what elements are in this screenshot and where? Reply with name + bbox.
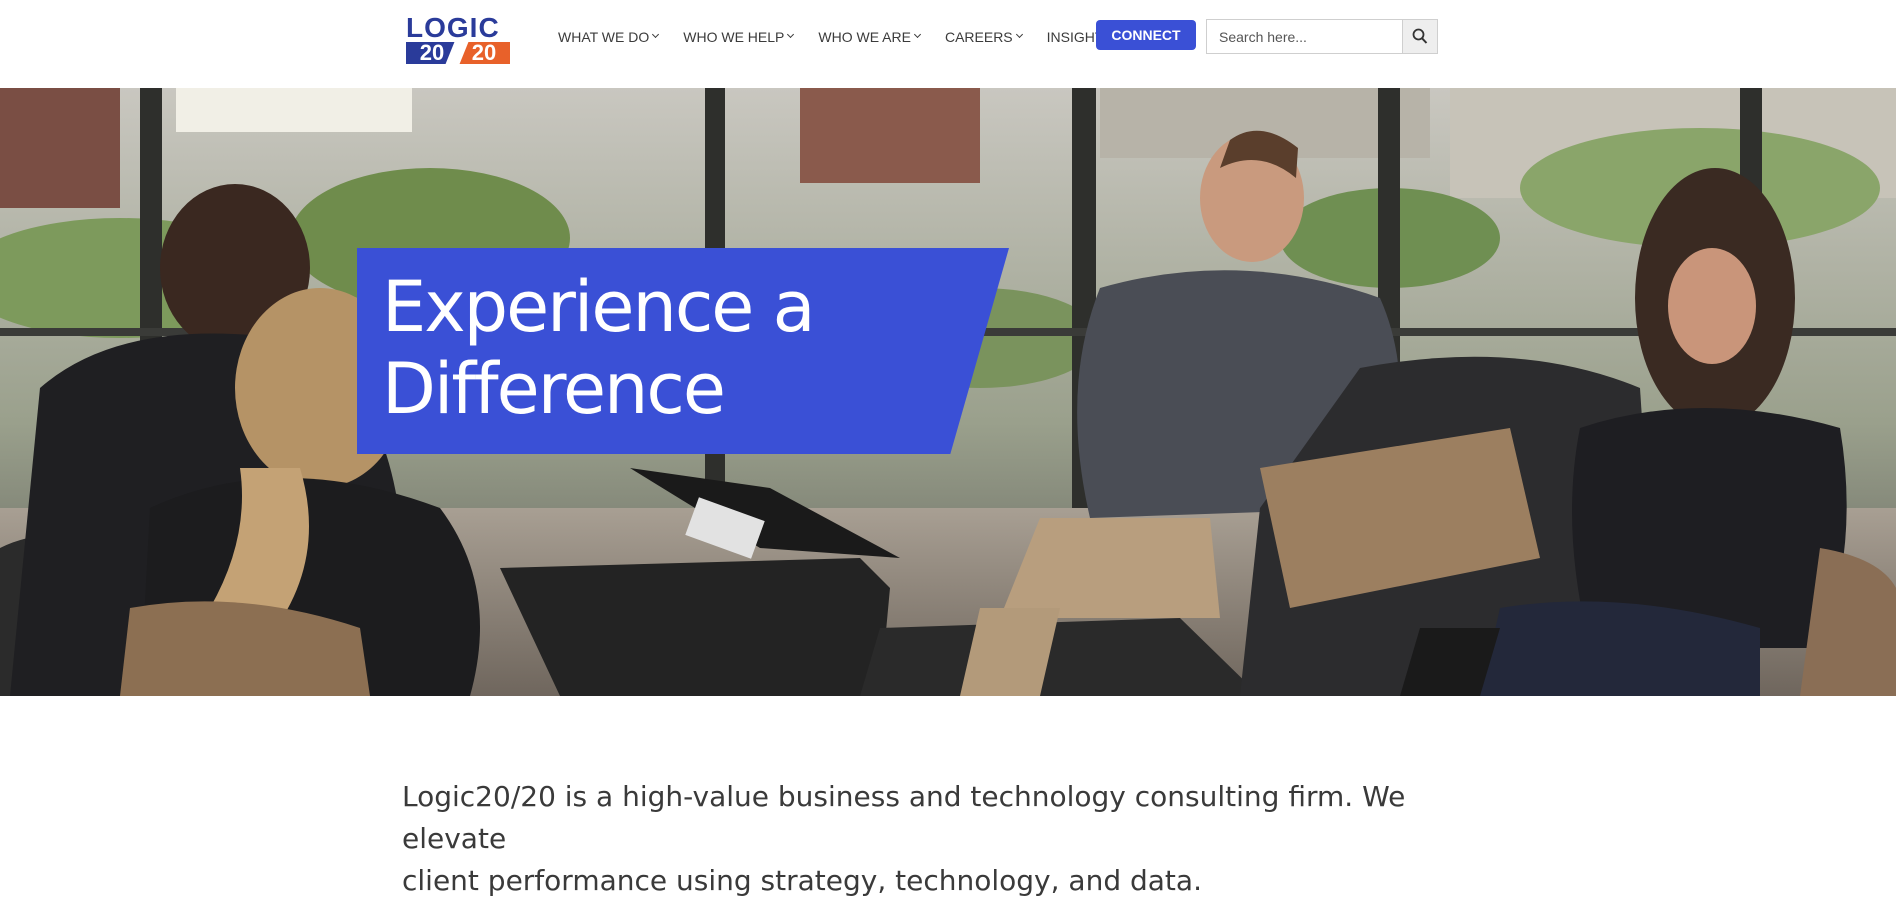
nav-label: CAREERS	[944, 29, 1013, 45]
logic2020-logo[interactable]: LOGIC 20 20	[404, 14, 512, 66]
nav-who-we-are[interactable]: WHO WE ARE	[818, 29, 921, 45]
intro-text: Logic20/20 is a high-value business and …	[402, 776, 1502, 902]
nav-what-we-do[interactable]: WHAT WE DO	[558, 29, 660, 45]
hero-title-line2: Difference	[382, 348, 726, 430]
site-header: LOGIC 20 20 WHAT WE DO WHO WE HELP WHO W…	[0, 0, 1896, 88]
chevron-down-icon	[913, 30, 921, 39]
nav-label: WHO WE HELP	[683, 29, 785, 45]
main-nav: WHAT WE DO WHO WE HELP WHO WE ARE CAREER…	[558, 26, 1138, 48]
chevron-down-icon	[1015, 30, 1023, 39]
nav-label: WHAT WE DO	[558, 29, 650, 45]
intro-line1: Logic20/20 is a high-value business and …	[402, 780, 1406, 855]
intro-line2: client performance using strategy, techn…	[402, 864, 1202, 897]
chevron-down-icon	[787, 30, 795, 39]
hero-title: Experience a Difference	[382, 266, 942, 430]
chevron-down-icon	[652, 30, 660, 39]
hero-section: Experience a Difference	[0, 88, 1896, 696]
search-box	[1206, 19, 1438, 54]
nav-who-we-help[interactable]: WHO WE HELP	[683, 29, 795, 45]
nav-careers[interactable]: CAREERS	[944, 29, 1023, 45]
logo-word: LOGIC	[406, 12, 500, 43]
nav-label: WHO WE ARE	[818, 29, 911, 45]
hero-title-line1: Experience a	[382, 266, 816, 348]
search-input[interactable]	[1207, 20, 1403, 53]
search-button[interactable]	[1402, 20, 1437, 53]
search-icon	[1412, 28, 1428, 44]
connect-button[interactable]: CONNECT	[1096, 20, 1196, 50]
